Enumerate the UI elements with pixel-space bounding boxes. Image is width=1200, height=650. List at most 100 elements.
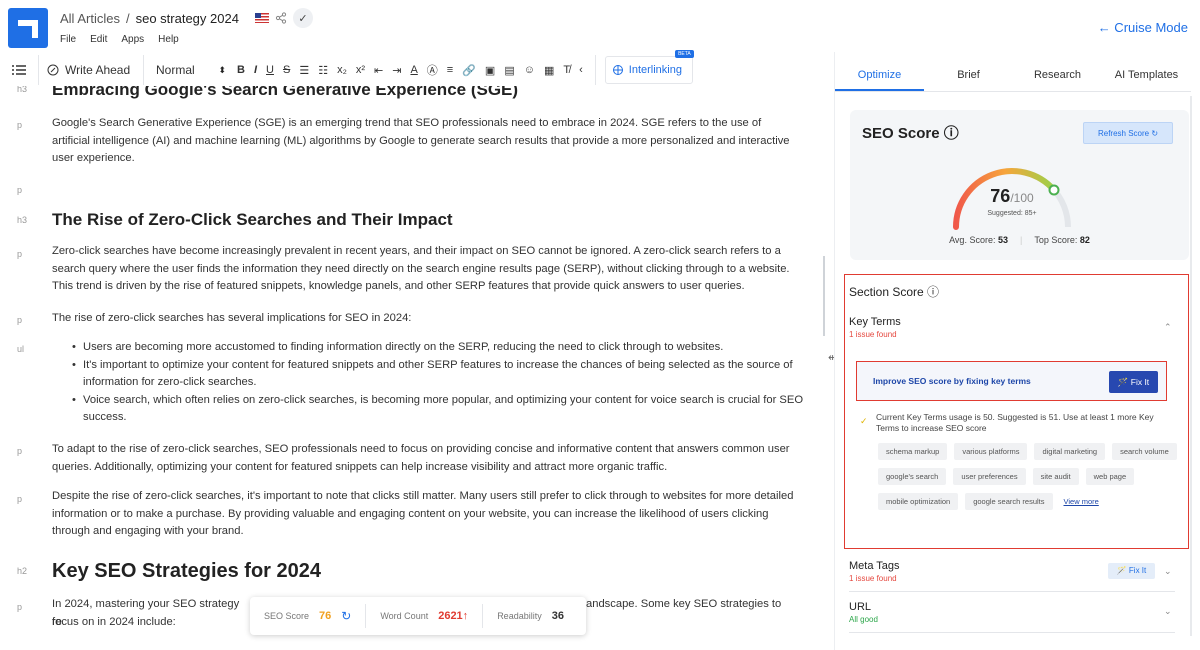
- readability-stat: Readability 36: [482, 604, 578, 628]
- key-term-chip[interactable]: google's search: [878, 468, 947, 485]
- meta-tags-section[interactable]: Meta Tags 1 issue found: [849, 560, 900, 583]
- italic-icon[interactable]: I: [254, 64, 257, 76]
- text-color-icon[interactable]: A: [410, 64, 417, 76]
- paragraph: Despite the rise of zero-click searches,…: [52, 490, 794, 538]
- superscript-icon[interactable]: x²: [356, 64, 365, 76]
- write-ahead-button[interactable]: Write Ahead: [39, 63, 143, 77]
- key-term-chip[interactable]: various platforms: [954, 443, 1028, 460]
- updown-icon: ⬍: [218, 64, 226, 75]
- align-icon[interactable]: ≡: [447, 64, 453, 76]
- collapse-chevron-icon[interactable]: ‹: [579, 64, 583, 76]
- image-icon[interactable]: ▣: [485, 64, 495, 77]
- strikethrough-icon[interactable]: S: [283, 64, 290, 76]
- tab-research[interactable]: Research: [1013, 60, 1102, 91]
- key-terms-chips: schema markup various platforms digital …: [878, 443, 1178, 510]
- word-count-label: Word Count: [380, 611, 429, 621]
- subscript-icon[interactable]: x₂: [337, 64, 347, 76]
- key-term-chip[interactable]: mobile optimization: [878, 493, 959, 510]
- interlink-icon: [612, 65, 623, 75]
- key-term-chip[interactable]: search volume: [1112, 443, 1177, 460]
- link-icon[interactable]: 🔗: [462, 64, 476, 77]
- toolbar-divider: [594, 55, 596, 85]
- fix-it-button[interactable]: 🪄 Fix It: [1109, 371, 1158, 393]
- readability-label: Readability: [497, 611, 542, 621]
- key-term-chip[interactable]: google search results: [965, 493, 1053, 510]
- us-flag-icon[interactable]: [254, 13, 269, 23]
- style-select[interactable]: Normal ⬍: [144, 63, 232, 77]
- editor-content[interactable]: h3 Embracing Google's Search Generative …: [0, 86, 826, 642]
- list-item: Voice search, which often relies on zero…: [72, 392, 807, 427]
- view-more-link[interactable]: View more: [1060, 493, 1103, 510]
- tab-ai-templates[interactable]: AI Templates: [1102, 60, 1191, 91]
- menu-file[interactable]: File: [60, 34, 76, 45]
- suggested-score: Suggested: 85+: [987, 210, 1037, 217]
- editor-scrollbar[interactable]: [823, 256, 825, 336]
- divider: [849, 591, 1175, 592]
- outline-toggle[interactable]: [0, 64, 38, 76]
- word-count-value: 2621↑: [438, 610, 469, 622]
- block-tag: p: [17, 249, 23, 259]
- bullet-list-icon[interactable]: ☷: [318, 64, 328, 77]
- tab-optimize[interactable]: Optimize: [835, 60, 924, 91]
- bold-icon[interactable]: B: [237, 64, 245, 76]
- top-score: Top Score: 82: [1034, 235, 1090, 245]
- crumb-current[interactable]: seo strategy 2024: [136, 11, 239, 26]
- chevron-down-icon[interactable]: ⌄: [1164, 566, 1172, 577]
- app-logo[interactable]: [8, 8, 48, 48]
- block-tag: h3: [17, 215, 28, 225]
- interlinking-button[interactable]: Interlinking BETA: [604, 50, 694, 84]
- clear-format-icon[interactable]: T̸: [563, 64, 570, 76]
- menu-edit[interactable]: Edit: [90, 34, 107, 45]
- seo-score-title: SEO Score ⓘ: [862, 125, 959, 142]
- block-tag: h2: [17, 566, 28, 576]
- highlight-icon[interactable]: Ⓐ: [427, 62, 438, 78]
- key-terms-issue: 1 issue found: [849, 330, 897, 339]
- meta-fix-it-button[interactable]: 🪄 Fix It: [1108, 563, 1155, 579]
- chevron-down-icon[interactable]: ⌄: [1164, 606, 1172, 617]
- share-icon[interactable]: [275, 12, 287, 24]
- avg-score: Avg. Score: 53: [949, 235, 1008, 245]
- list-item: Users are becoming more accustomed to fi…: [72, 339, 807, 357]
- style-value: Normal: [156, 63, 195, 77]
- video-icon[interactable]: ▤: [504, 64, 514, 77]
- key-term-chip[interactable]: digital marketing: [1034, 443, 1106, 460]
- refresh-icon[interactable]: ↻: [341, 609, 351, 623]
- key-term-chip[interactable]: schema markup: [878, 443, 948, 460]
- list-icon: [12, 65, 26, 75]
- chevron-up-icon[interactable]: ⌃: [1164, 322, 1172, 333]
- emoji-icon[interactable]: ☺: [524, 64, 535, 76]
- heading-zero-click: The Rise of Zero-Click Searches and Thei…: [52, 210, 453, 229]
- menu-apps[interactable]: Apps: [121, 34, 144, 45]
- key-term-chip[interactable]: site audit: [1032, 468, 1079, 485]
- key-terms-section[interactable]: Key Terms 1 issue found: [849, 316, 901, 339]
- check-icon: ✓: [860, 416, 868, 426]
- block-tag: h3: [17, 86, 28, 94]
- block-tag: p: [17, 494, 23, 504]
- seo-score-card: SEO Score ⓘ Refresh Score ↻ 76/100 Sugge…: [850, 110, 1189, 260]
- cruise-mode-link[interactable]: ← Cruise Mode: [1098, 20, 1188, 35]
- paragraph-cont: andscape. Some key SEO strategies to: [586, 598, 782, 610]
- ordered-list-icon[interactable]: ☰: [299, 64, 309, 77]
- menu-help[interactable]: Help: [158, 34, 179, 45]
- key-term-chip[interactable]: user preferences: [953, 468, 1026, 485]
- underline-icon[interactable]: U: [266, 64, 274, 76]
- interlinking-label: Interlinking: [628, 64, 682, 76]
- seo-score-label: SEO Score: [264, 611, 310, 621]
- url-section[interactable]: URL All good: [849, 601, 878, 624]
- refresh-score-button[interactable]: Refresh Score ↻: [1083, 122, 1173, 144]
- check-icon[interactable]: ✓: [292, 8, 313, 28]
- panel-scrollbar[interactable]: [1190, 96, 1192, 636]
- table-icon[interactable]: ▦: [544, 64, 554, 77]
- meta-tags-issue: 1 issue found: [849, 574, 897, 583]
- write-ahead-label: Write Ahead: [65, 63, 131, 77]
- tab-brief[interactable]: Brief: [924, 60, 1013, 91]
- format-buttons: B I U S ☰ ☷ x₂ x² ⇤ ⇥ A Ⓐ ≡ 🔗 ▣ ▤ ☺ ▦ T̸…: [232, 62, 583, 78]
- key-terms-usage: Current Key Terms usage is 50. Suggested…: [876, 412, 1154, 433]
- outdent-icon[interactable]: ⇤: [374, 64, 383, 77]
- paragraph: To adapt to the rise of zero-click searc…: [52, 443, 790, 473]
- score-max: /100: [1010, 191, 1034, 205]
- block-tag: p: [17, 185, 23, 195]
- indent-icon[interactable]: ⇥: [392, 64, 401, 77]
- crumb-all-articles[interactable]: All Articles: [60, 11, 120, 26]
- key-term-chip[interactable]: web page: [1085, 468, 1135, 485]
